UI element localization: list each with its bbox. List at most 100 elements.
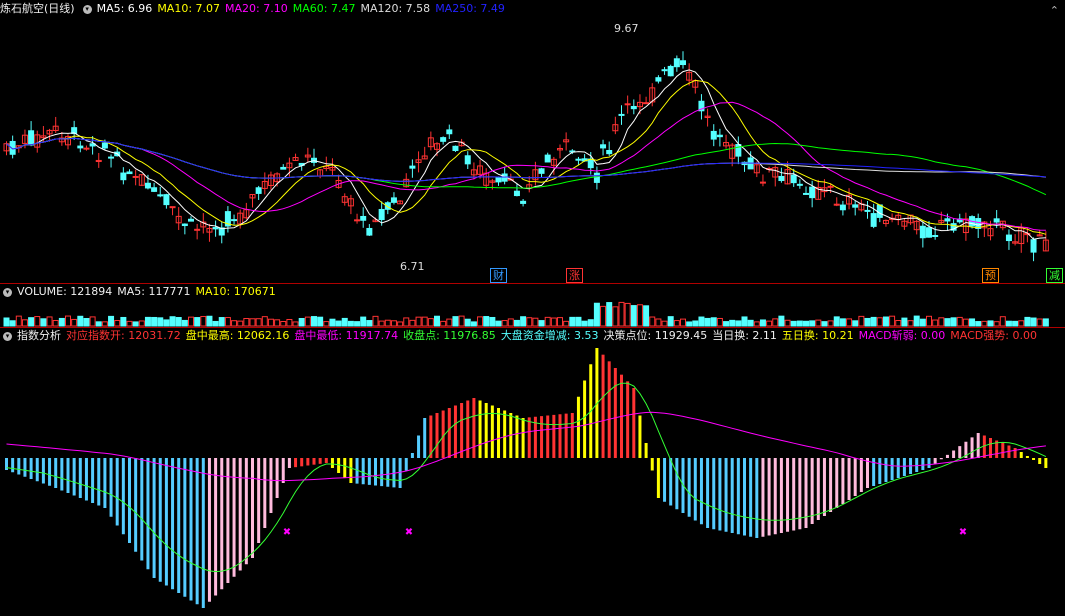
volume-bar xyxy=(218,317,225,327)
volume-pane[interactable]: ▾ VOLUME: 121894 MA5: 117771 MA10: 170671 xyxy=(0,283,1065,328)
macd-bar xyxy=(570,413,574,458)
macd-bar xyxy=(730,458,734,533)
volume-bar xyxy=(815,319,822,327)
volume-bar xyxy=(636,304,643,327)
macd-bar xyxy=(970,437,974,458)
volume-bar xyxy=(138,320,145,327)
volume-chart[interactable] xyxy=(0,284,1065,328)
macd-bar xyxy=(177,458,181,593)
price-pane[interactable]: 炼石航空(日线) ▾ MA5: 6.96 MA10: 7.07 MA20: 7.10 MA… xyxy=(0,0,1065,283)
macd-bar xyxy=(121,458,125,535)
volume-bar xyxy=(409,319,416,327)
candle-body xyxy=(630,105,637,110)
event-tag-reduce[interactable]: 减 xyxy=(1046,268,1063,283)
volume-bar xyxy=(790,320,797,327)
volume-bar xyxy=(421,316,428,327)
volume-bar xyxy=(397,321,404,327)
volume-bar xyxy=(1018,320,1025,327)
macd-bar xyxy=(779,458,783,533)
volume-bar xyxy=(618,301,625,327)
volume-bar xyxy=(612,306,619,327)
macd-bar xyxy=(822,458,826,516)
macd-bar xyxy=(656,458,660,498)
volume-bar xyxy=(581,320,588,327)
macd-bar xyxy=(441,410,445,458)
macd-bar xyxy=(773,458,777,535)
macd-bar xyxy=(503,410,507,458)
candle-body xyxy=(575,158,582,161)
ma250-line xyxy=(6,137,1046,182)
volume-bar xyxy=(243,318,250,327)
volume-bar xyxy=(434,315,440,327)
macd-bar xyxy=(601,354,605,458)
macd-bar xyxy=(687,458,691,517)
volume-bar xyxy=(114,320,121,327)
macd-bar xyxy=(847,458,851,500)
macd-bar xyxy=(48,458,52,486)
volume-bar xyxy=(532,317,539,327)
candle-body xyxy=(833,203,840,206)
volume-bar xyxy=(821,321,828,327)
macd-bar xyxy=(337,458,341,473)
event-tag-forecast[interactable]: 预 xyxy=(982,268,999,283)
ma10-line xyxy=(6,79,1047,235)
volume-bar xyxy=(852,320,859,327)
volume-bar xyxy=(753,321,760,327)
volume-bar xyxy=(28,317,35,327)
volume-bar xyxy=(1042,318,1049,327)
volume-bar xyxy=(649,316,656,327)
macd-bar xyxy=(558,414,562,458)
macd-bar xyxy=(859,458,863,492)
candle-body xyxy=(1005,234,1012,242)
macd-bar xyxy=(866,458,869,488)
volume-bar xyxy=(827,320,834,327)
volume-bar xyxy=(71,318,78,327)
volume-bar xyxy=(452,316,459,327)
volume-bar xyxy=(65,315,71,327)
macd-bar xyxy=(829,458,833,512)
macd-bar xyxy=(306,458,310,466)
candle-body xyxy=(83,147,90,150)
volume-bar xyxy=(526,317,533,327)
candle-body xyxy=(624,103,631,106)
event-tag-finance[interactable]: 财 xyxy=(490,268,507,283)
volume-bar xyxy=(913,315,920,327)
candle-body xyxy=(809,186,816,199)
volume-bar xyxy=(329,318,336,327)
candle-body xyxy=(932,234,939,237)
indicator-chart[interactable]: ✖ ✖ ✖ xyxy=(0,328,1065,616)
volume-bar xyxy=(587,319,594,327)
macd-bar xyxy=(626,381,630,458)
macd-bar xyxy=(263,458,267,528)
macd-bar xyxy=(367,458,371,485)
indicator-pane[interactable]: ▾ 指数分析 对应指数开: 12031.72 盘中最高: 12062.16 盘中最低: … xyxy=(0,327,1065,616)
volume-bar xyxy=(372,315,379,327)
macd-bar xyxy=(527,417,531,458)
macd-bar xyxy=(11,458,15,473)
candle-body xyxy=(126,171,133,175)
candle-body xyxy=(409,165,416,169)
candle-body xyxy=(593,172,600,183)
volume-bar xyxy=(846,318,853,327)
candle-body xyxy=(440,137,447,142)
candle-body xyxy=(255,187,262,194)
candlestick-chart[interactable] xyxy=(0,0,1065,283)
volume-bar xyxy=(606,302,613,327)
macd-bar xyxy=(749,458,753,537)
macd-bar xyxy=(386,458,390,487)
volume-bar xyxy=(181,319,188,327)
candle-body xyxy=(212,227,219,230)
volume-bar xyxy=(784,319,791,327)
macd-bar xyxy=(546,415,550,458)
volume-bar xyxy=(335,320,342,327)
volume-bar xyxy=(194,317,201,327)
macd-bar xyxy=(939,458,943,460)
macd-bar xyxy=(410,453,414,458)
volume-bar xyxy=(132,321,139,327)
macd-bar xyxy=(35,458,39,482)
volume-bar xyxy=(723,321,730,327)
volume-bar xyxy=(919,318,926,327)
macd-bar xyxy=(761,458,765,537)
event-tag-rise[interactable]: 涨 xyxy=(566,268,583,283)
candle-body xyxy=(926,227,932,238)
